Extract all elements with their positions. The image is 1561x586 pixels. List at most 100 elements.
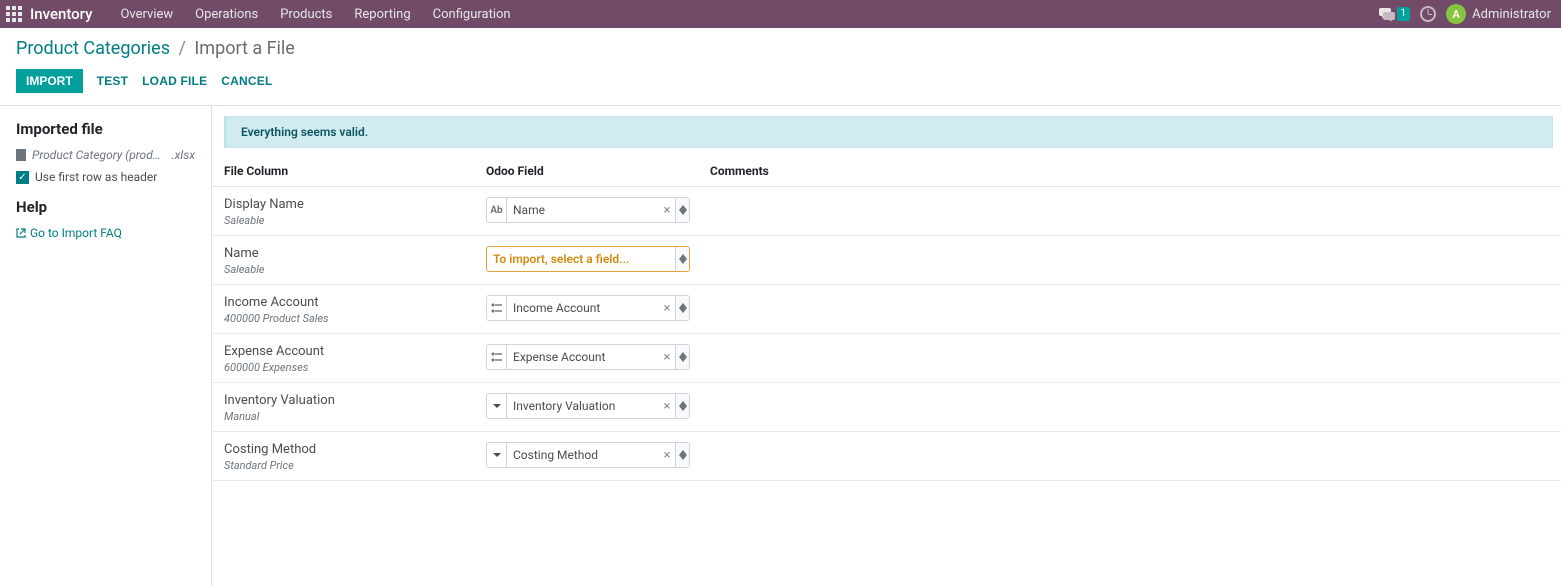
mapping-rows: Display NameSaleableAbName×NameSaleableT…	[212, 187, 1561, 481]
imported-file-heading: Imported file	[16, 120, 195, 138]
app-name-link[interactable]: Inventory	[30, 5, 92, 23]
first-row-header-option: ✓ Use first row as header	[16, 170, 195, 184]
sample-value-label: Saleable	[224, 214, 486, 227]
validation-alert: Everything seems valid.	[224, 116, 1553, 148]
messaging-icon[interactable]: 1	[1379, 7, 1411, 21]
topbar-left: Inventory Overview Operations Products R…	[6, 5, 521, 23]
username-label: Administrator	[1472, 7, 1551, 22]
field-type-relation-icon	[487, 296, 507, 320]
column-name-label: Name	[224, 246, 486, 261]
field-select-value: Inventory Valuation	[507, 399, 659, 413]
file-column-cell: Expense Account 600000 Expenses	[212, 344, 486, 374]
load-file-button[interactable]: LOAD FILE	[142, 74, 207, 88]
nav-operations[interactable]: Operations	[185, 7, 268, 22]
field-select-value: Costing Method	[507, 448, 659, 462]
odoo-field-cell: Costing Method×	[486, 442, 690, 468]
clear-field-icon[interactable]: ×	[659, 399, 675, 414]
mapping-table-header: File Column Odoo Field Comments	[212, 154, 1561, 187]
column-name-label: Inventory Valuation	[224, 393, 486, 408]
clear-field-icon[interactable]: ×	[659, 301, 675, 316]
mapping-row: Expense Account600000 ExpensesExpense Ac…	[212, 334, 1561, 383]
file-column-cell: Income Account 400000 Product Sales	[212, 295, 486, 325]
breadcrumb: Product Categories / Import a File	[16, 38, 1545, 59]
action-bar: IMPORT TEST LOAD FILE CANCEL	[0, 63, 1561, 106]
breadcrumb-bar: Product Categories / Import a File	[0, 28, 1561, 63]
odoo-field-cell: To import, select a field...	[486, 246, 690, 272]
column-name-label: Income Account	[224, 295, 486, 310]
main-panel: Everything seems valid. File Column Odoo…	[212, 106, 1561, 586]
column-name-label: Expense Account	[224, 344, 486, 359]
odoo-field-cell: Income Account×	[486, 295, 690, 321]
breadcrumb-current: Import a File	[194, 38, 294, 59]
import-faq-link[interactable]: Go to Import FAQ	[16, 226, 195, 240]
file-name-label: Product Category (product.c…	[32, 148, 166, 162]
field-type-text-icon: Ab	[487, 198, 507, 222]
field-select[interactable]: To import, select a field...	[486, 246, 690, 272]
clear-field-icon[interactable]: ×	[659, 448, 675, 463]
mapping-row: Name SaleableTo import, select a field...	[212, 236, 1561, 285]
field-select[interactable]: Costing Method×	[486, 442, 690, 468]
clear-field-icon[interactable]: ×	[659, 350, 675, 365]
sample-value-label: 400000 Product Sales	[224, 312, 486, 325]
cancel-button[interactable]: CANCEL	[221, 74, 272, 88]
file-column-cell: Name Saleable	[212, 246, 486, 276]
field-select-value: To import, select a field...	[487, 252, 675, 266]
field-select[interactable]: Income Account×	[486, 295, 690, 321]
dropdown-spinner-icon[interactable]	[675, 296, 689, 320]
field-select-value: Name	[507, 203, 659, 217]
sample-value-label: Standard Price	[224, 459, 486, 472]
first-row-label: Use first row as header	[35, 170, 157, 184]
topbar-right: 1 A Administrator	[1379, 4, 1555, 24]
mapping-row: Display Name SaleableAbName×	[212, 187, 1561, 236]
field-select-value: Expense Account	[507, 350, 659, 364]
nav-products[interactable]: Products	[270, 7, 342, 22]
field-select-value: Income Account	[507, 301, 659, 315]
nav-overview[interactable]: Overview	[110, 7, 183, 22]
breadcrumb-parent-link[interactable]: Product Categories	[16, 38, 170, 59]
field-type-select-icon	[487, 394, 507, 418]
sample-value-label: 600000 Expenses	[224, 361, 486, 374]
chat-bubbles-icon	[1379, 7, 1395, 21]
content-wrap: Imported file Product Category (product.…	[0, 106, 1561, 586]
user-menu[interactable]: A Administrator	[1446, 4, 1551, 24]
first-row-checkbox[interactable]: ✓	[16, 171, 29, 184]
activity-clock-icon[interactable]	[1420, 6, 1436, 22]
field-type-select-icon	[487, 443, 507, 467]
import-button[interactable]: IMPORT	[16, 69, 83, 93]
apps-grid-icon[interactable]	[6, 6, 22, 22]
column-name-label: Display Name	[224, 197, 486, 212]
mapping-row: Inventory ValuationManualInventory Valua…	[212, 383, 1561, 432]
nav-configuration[interactable]: Configuration	[423, 7, 521, 22]
field-select[interactable]: Expense Account×	[486, 344, 690, 370]
top-navbar: Inventory Overview Operations Products R…	[0, 0, 1561, 28]
file-ext-label: .xlsx	[172, 148, 195, 162]
file-column-cell: Display Name Saleable	[212, 197, 486, 227]
sidebar: Imported file Product Category (product.…	[0, 106, 212, 586]
clear-field-icon[interactable]: ×	[659, 203, 675, 218]
dropdown-spinner-icon[interactable]	[675, 394, 689, 418]
header-file-column: File Column	[212, 164, 486, 178]
breadcrumb-sep: /	[179, 38, 186, 59]
faq-link-label: Go to Import FAQ	[30, 226, 122, 240]
sample-value-label: Manual	[224, 410, 486, 423]
mapping-row: Costing MethodStandard PriceCosting Meth…	[212, 432, 1561, 481]
imported-file-row[interactable]: Product Category (product.c… .xlsx	[16, 148, 195, 162]
field-select[interactable]: AbName×	[486, 197, 690, 223]
help-heading: Help	[16, 198, 195, 216]
test-button[interactable]: TEST	[97, 74, 128, 88]
sample-value-label: Saleable	[224, 263, 486, 276]
dropdown-spinner-icon[interactable]	[675, 198, 689, 222]
odoo-field-cell: Inventory Valuation×	[486, 393, 690, 419]
field-type-relation-icon	[487, 345, 507, 369]
file-column-cell: Costing MethodStandard Price	[212, 442, 486, 472]
field-select[interactable]: Inventory Valuation×	[486, 393, 690, 419]
mapping-row: Income Account400000 Product SalesIncome…	[212, 285, 1561, 334]
header-comments: Comments	[690, 164, 1561, 178]
message-count-badge: 1	[1397, 7, 1411, 21]
dropdown-spinner-icon[interactable]	[675, 345, 689, 369]
dropdown-spinner-icon[interactable]	[675, 247, 689, 271]
file-icon	[16, 149, 26, 161]
dropdown-spinner-icon[interactable]	[675, 443, 689, 467]
nav-reporting[interactable]: Reporting	[344, 7, 420, 22]
avatar: A	[1446, 4, 1466, 24]
